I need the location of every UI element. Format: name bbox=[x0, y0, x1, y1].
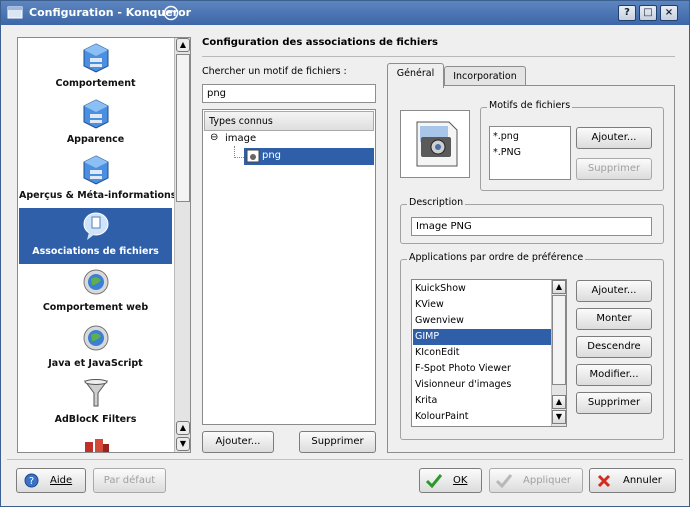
sidebar: Comportement Apparence Aperçus & Méta-in… bbox=[17, 37, 191, 453]
maximize-button[interactable]: □ bbox=[639, 5, 657, 21]
help-title-button[interactable]: ? bbox=[618, 5, 636, 21]
title-bar[interactable]: Configuration - Konqueror ? □ × bbox=[1, 1, 689, 25]
applications-group: Applications par ordre de préférence Kui… bbox=[400, 252, 664, 440]
camera-icon bbox=[416, 121, 458, 167]
description-field[interactable]: Image PNG bbox=[411, 217, 652, 236]
list-item[interactable]: KuickShow bbox=[415, 283, 466, 294]
list-item[interactable]: *.PNG bbox=[493, 147, 521, 158]
list-item[interactable]: KIconEdit bbox=[415, 347, 460, 358]
sidebar-item-java[interactable]: Java et JavaScript bbox=[19, 320, 172, 376]
collapse-icon[interactable]: ⊖ bbox=[210, 132, 218, 143]
partial-item-icon bbox=[85, 439, 109, 452]
sidebar-item-label: Apparence bbox=[66, 134, 125, 145]
close-button[interactable]: × bbox=[660, 5, 678, 21]
tab-general[interactable]: Général bbox=[387, 63, 444, 88]
ok-button[interactable]: OK bbox=[419, 468, 482, 493]
filter-icon bbox=[84, 379, 108, 407]
tab-panel: Motifs de fichiers *.png *.PNG Ajouter..… bbox=[387, 85, 675, 453]
kde-swirl-icon bbox=[163, 5, 179, 21]
list-item[interactable]: KolourPaint bbox=[415, 411, 468, 422]
preview-icon bbox=[83, 155, 109, 185]
applications-list[interactable]: KuickShow KView Gwenview GIMP KIconEdit … bbox=[411, 279, 567, 427]
list-item[interactable]: Krita bbox=[415, 395, 437, 406]
header-divider bbox=[202, 56, 675, 57]
tree-column-header[interactable]: Types connus bbox=[204, 111, 374, 131]
apply-label: Appliquer bbox=[523, 475, 572, 486]
tree-node-image[interactable]: image bbox=[225, 133, 256, 144]
file-association-icon bbox=[83, 212, 109, 240]
sidebar-item-apparence[interactable]: Apparence bbox=[19, 96, 172, 152]
sidebar-item-adblock[interactable]: AdBlocK Filters bbox=[19, 376, 172, 432]
sidebar-item-comportement[interactable]: Comportement bbox=[19, 40, 172, 96]
tree-guide bbox=[234, 157, 244, 158]
list-item[interactable]: Gwenview bbox=[415, 315, 464, 326]
cancel-button[interactable]: Annuler bbox=[589, 468, 676, 493]
svg-text:?: ? bbox=[29, 476, 34, 487]
applications-title: Applications par ordre de préférence bbox=[407, 252, 586, 263]
sidebar-item-associations[interactable]: Associations de fichiers bbox=[19, 208, 172, 264]
remove-application-button[interactable]: Supprimer bbox=[576, 392, 652, 414]
move-up-button[interactable]: Monter bbox=[576, 308, 652, 330]
page-title: Configuration des associations de fichie… bbox=[202, 37, 438, 48]
scroll-down-arrow-icon[interactable]: ▼ bbox=[552, 410, 566, 424]
remove-type-button[interactable]: Supprimer bbox=[299, 431, 376, 453]
cancel-icon bbox=[597, 474, 611, 488]
sidebar-item-label: Aperçus & Méta-informations bbox=[19, 190, 177, 201]
list-item[interactable]: KView bbox=[415, 299, 444, 310]
search-input[interactable]: png bbox=[202, 84, 376, 103]
ok-label: OK bbox=[453, 475, 468, 486]
help-icon: ? bbox=[24, 473, 39, 488]
move-down-button[interactable]: Descendre bbox=[576, 336, 652, 358]
tree-node-png-label: png bbox=[262, 150, 282, 161]
description-group: Description Image PNG bbox=[400, 197, 664, 244]
list-item[interactable]: Visionneur d'images bbox=[415, 379, 511, 390]
list-item[interactable]: *.png bbox=[493, 131, 519, 142]
apply-button[interactable]: Appliquer bbox=[489, 468, 583, 493]
default-button[interactable]: Par défaut bbox=[93, 468, 166, 493]
sidebar-item-comportement-web[interactable]: Comportement web bbox=[19, 264, 172, 320]
description-title: Description bbox=[407, 197, 466, 208]
add-pattern-button[interactable]: Ajouter... bbox=[576, 127, 652, 149]
cancel-label: Annuler bbox=[623, 475, 662, 486]
sidebar-scrollbar[interactable]: ▲ ▲ ▼ bbox=[174, 38, 190, 452]
gear-icon bbox=[83, 43, 109, 73]
add-application-button[interactable]: Ajouter... bbox=[576, 280, 652, 302]
help-button[interactable]: ? Aide bbox=[16, 468, 86, 493]
sidebar-item-label: Comportement web bbox=[42, 302, 149, 313]
file-type-tree[interactable]: Types connus ⊖ image png bbox=[202, 109, 376, 425]
sidebar-item-label: Associations de fichiers bbox=[32, 246, 159, 257]
add-type-button[interactable]: Ajouter... bbox=[202, 431, 274, 453]
konqueror-icon bbox=[7, 6, 23, 19]
patterns-group: Motifs de fichiers *.png *.PNG Ajouter..… bbox=[480, 100, 664, 191]
check-icon bbox=[496, 474, 512, 488]
web-gear-icon bbox=[83, 269, 109, 295]
applications-scrollbar[interactable]: ▲ ▲ ▼ bbox=[551, 280, 566, 426]
patterns-list[interactable]: *.png *.PNG bbox=[489, 126, 571, 180]
java-icon bbox=[83, 325, 109, 351]
modify-application-button[interactable]: Modifier... bbox=[576, 364, 652, 386]
scroll-up-arrow-icon[interactable]: ▲ bbox=[176, 38, 190, 52]
list-item[interactable]: F-Spot Photo Viewer bbox=[415, 363, 511, 374]
help-label: Aide bbox=[50, 475, 73, 486]
patterns-title: Motifs de fichiers bbox=[487, 100, 573, 111]
image-file-icon bbox=[246, 149, 260, 163]
appearance-icon bbox=[83, 99, 109, 129]
sidebar-item-apercus[interactable]: Aperçus & Méta-informations bbox=[19, 152, 177, 208]
sidebar-item-label: Java et JavaScript bbox=[48, 358, 143, 369]
sidebar-item-label: Comportement bbox=[55, 78, 136, 89]
footer-divider bbox=[7, 459, 683, 460]
scroll-down-arrow-icon[interactable]: ▼ bbox=[176, 437, 190, 451]
scroll-up-arrow-icon[interactable]: ▲ bbox=[552, 395, 566, 409]
search-label: Chercher un motif de fichiers : bbox=[202, 66, 347, 77]
check-icon bbox=[426, 474, 442, 488]
list-item[interactable]: GIMP bbox=[415, 331, 439, 342]
remove-pattern-button[interactable]: Supprimer bbox=[576, 158, 652, 180]
file-type-icon-frame[interactable] bbox=[400, 110, 470, 178]
scroll-up-arrow-icon[interactable]: ▲ bbox=[552, 280, 566, 294]
scroll-up-arrow-icon[interactable]: ▲ bbox=[176, 421, 190, 435]
config-window: Configuration - Konqueror ? □ × Comporte… bbox=[0, 0, 690, 507]
sidebar-item-label: AdBlocK Filters bbox=[54, 414, 137, 425]
scroll-thumb[interactable] bbox=[552, 295, 566, 385]
scroll-thumb[interactable] bbox=[176, 54, 190, 202]
